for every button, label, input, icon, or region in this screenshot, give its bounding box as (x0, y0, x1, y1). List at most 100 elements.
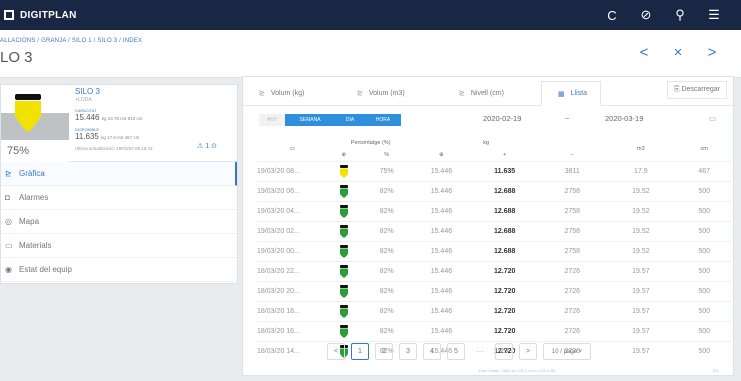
refresh-icon[interactable]: C (595, 0, 629, 30)
table-row[interactable]: 19/03/20 08... 75% 15.446 11.635 3811 17.9 467 (257, 160, 731, 181)
page-last[interactable]: 29 (495, 343, 513, 360)
capacity-header: ⊕ (439, 151, 444, 158)
tab-volum-m3[interactable]: ⊵ Volum (m3) (341, 81, 443, 106)
period-semana[interactable]: SEMANA (285, 114, 335, 126)
level-header: ⊕ (341, 151, 347, 158)
silo-sidebar: 75% SILO 3 +LODA CAPACITAT 15.446 kg 33.… (0, 84, 238, 284)
pager-next[interactable]: > (519, 343, 537, 360)
page-4[interactable]: 4 (423, 343, 441, 360)
period-hora[interactable]: HORA (365, 114, 401, 126)
close-button[interactable]: × (661, 44, 695, 61)
tab-label: Volum (m3) (368, 89, 405, 97)
pct-cell: 82% (359, 240, 414, 261)
date-from[interactable]: 2020-02-19 (483, 114, 521, 123)
footer-right: 201 (712, 368, 719, 373)
level-bucket-icon (327, 180, 360, 201)
page-size-select[interactable]: 10 / page ˅ (543, 343, 591, 360)
status-icon: ◉ (5, 265, 12, 274)
page-5[interactable]: 5 (447, 343, 465, 360)
table-row[interactable]: 19/03/20 06... 82% 15.446 12.688 2758 19.52 50… (257, 180, 731, 201)
cm-cell: 500 (677, 300, 731, 321)
page-3[interactable]: 3 (399, 343, 417, 360)
kg-diff-cell: 2726 (540, 320, 605, 341)
box-icon: ▭ (5, 241, 13, 250)
date-cell: 18/03/20 16... (257, 320, 328, 341)
level-bucket-icon (327, 320, 360, 341)
prev-button[interactable]: < (627, 44, 661, 61)
table-row[interactable]: 18/03/20 16... 82% 15.446 12.720 2726 19.57 50… (257, 320, 731, 341)
kg-plus-header: + (503, 151, 507, 158)
next-button[interactable]: > (695, 44, 729, 61)
level-bucket-icon (327, 280, 360, 301)
breadcrumb[interactable]: ALLACIONS / GRANJA / SILO 1 / SILO 3 / I… (0, 38, 142, 44)
table-row[interactable]: 19/03/20 04... 82% 15.446 12.688 2758 19.52 50… (257, 200, 731, 221)
level-bucket-icon (327, 260, 360, 281)
compass-icon[interactable]: ⊘ (629, 0, 663, 30)
period-selector: ANY SEMANA DIA HORA (259, 114, 401, 126)
menu-item-label: Alarmes (19, 193, 49, 202)
capacity-cell: 15.446 (413, 320, 470, 341)
pct-cell: 82% (359, 180, 414, 201)
menu-item-mapa[interactable]: ◎ Mapa (1, 210, 237, 234)
menu-item-estat-del-equip[interactable]: ◉ Estat del equip (1, 258, 237, 282)
menu-icon[interactable]: ☰ (697, 0, 731, 30)
period-dia[interactable]: DIA (335, 114, 365, 126)
menu-item-alarmes[interactable]: ◘ Alarmes (1, 186, 237, 210)
table-row[interactable]: 18/03/20 18... 82% 15.446 12.720 2726 19.57 50… (257, 300, 731, 321)
cm-cell: 500 (677, 200, 731, 221)
capacity-cell: 15.446 (413, 280, 470, 301)
app-brand[interactable]: DIGITPLAN (4, 10, 77, 21)
table-row[interactable]: 19/03/20 02... 82% 15.446 12.688 2758 19.52 50… (257, 220, 731, 241)
cm-cell: 500 (677, 280, 731, 301)
date-separator: ~ (565, 114, 570, 123)
capacity-cell: 15.446 (413, 160, 470, 181)
alarm-icon: ◘ (5, 193, 10, 202)
cm-cell: 500 (677, 240, 731, 261)
pct-cell: 82% (359, 320, 414, 341)
m3-cell: 19.57 (604, 260, 678, 281)
chart-icon: ⊵ (259, 90, 265, 97)
table-row[interactable]: 19/03/20 00... 82% 15.446 12.688 2758 19.52 50… (257, 240, 731, 261)
pct-cell: 82% (359, 200, 414, 221)
level-bucket-icon (327, 220, 360, 241)
menu-item-gràfica[interactable]: ⊵ Gràfica (1, 162, 237, 186)
page-1[interactable]: 1 (351, 343, 369, 360)
app-title: DIGITPLAN (20, 9, 77, 21)
pct-cell: 82% (359, 280, 414, 301)
silo-card: 75% SILO 3 +LODA CAPACITAT 15.446 kg 33.… (1, 85, 237, 162)
tab-llista[interactable]: ▦ Llista (541, 81, 601, 106)
period-any[interactable]: ANY (259, 114, 285, 126)
page-2[interactable]: 2 (375, 343, 393, 360)
search-icon[interactable]: ⚲ (663, 0, 697, 30)
kg-cell: 12.720 (469, 320, 541, 341)
capacity-cell: 15.446 (413, 180, 470, 201)
pager-prev[interactable]: < (327, 343, 345, 360)
capacity-value: 15.446 kg 33.78 m3 810 cm (75, 113, 142, 122)
kg-cell: 12.688 (469, 220, 541, 241)
date-range[interactable]: 2020-02-19 ~ 2020-03-19 ▭ (483, 114, 729, 128)
silo-name[interactable]: SILO 3 (75, 87, 100, 96)
cm-cell: 500 (677, 220, 731, 241)
pct-header: % (384, 151, 390, 158)
calendar-icon[interactable]: ▭ (709, 114, 716, 123)
view-tabs: ⊵ Volum (kg) ⊵ Volum (m3) ⊵ Nivell (cm) ▦ Llist… (243, 81, 735, 106)
download-button[interactable]: ⎘ Descarregar (666, 81, 727, 99)
alert-indicator[interactable]: ⚠ 1 ⊙ (197, 142, 217, 150)
pager-ellipsis[interactable]: ··· (471, 347, 489, 356)
menu-item-materials[interactable]: ▭ Materials (1, 234, 237, 258)
date-to[interactable]: 2020-03-19 (605, 114, 643, 123)
table-row[interactable]: 18/03/20 22... 82% 15.446 12.720 2726 19.57 50… (257, 260, 731, 281)
kg-group-header: kg (483, 140, 490, 146)
tab-nivell-cm[interactable]: ⊵ Nivell (cm) (443, 81, 541, 106)
m3-cell: 19.57 (604, 320, 678, 341)
kg-cell: 12.688 (469, 180, 541, 201)
available-details: kg 17.6 m3 467 cm (101, 135, 140, 140)
tab-volum-kg[interactable]: ⊵ Volum (kg) (243, 81, 341, 106)
level-bucket-icon (327, 200, 360, 221)
cm-cell: 467 (677, 160, 731, 181)
kg-cell: 12.720 (469, 280, 541, 301)
date-column-icon[interactable]: ▭ (257, 137, 328, 161)
kg-cell: 12.688 (469, 200, 541, 221)
kg-diff-cell: 2758 (540, 220, 605, 241)
table-row[interactable]: 18/03/20 20... 82% 15.446 12.720 2726 19.57 50… (257, 280, 731, 301)
